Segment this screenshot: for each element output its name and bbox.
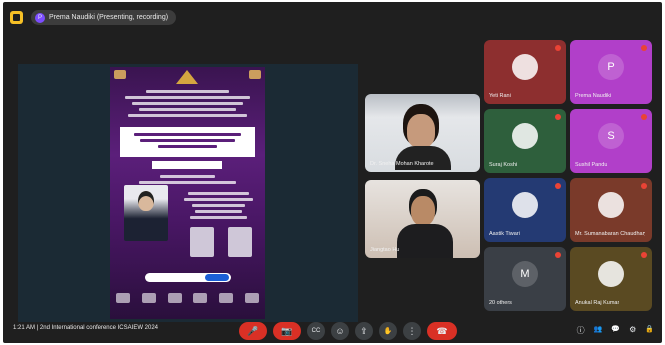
muted-mic-icon	[641, 252, 647, 258]
participant-tile[interactable]: M 20 others	[484, 247, 566, 311]
participant-tile[interactable]: Mr. Sumanabaran Chaudhary	[570, 178, 652, 242]
meeting-title: 2nd International conference ICSAIEW 202…	[39, 325, 158, 331]
muted-mic-icon	[555, 183, 561, 189]
emoji-icon: ☺	[335, 326, 345, 336]
captions-icon: CC	[311, 328, 321, 334]
participant-name: Anukal Raj Kumar	[575, 300, 620, 306]
participant-avatar	[512, 191, 538, 218]
participant-tile[interactable]: Yeti Rani	[484, 40, 566, 104]
meeting-info: 1:21 AM | 2nd International conference I…	[13, 325, 158, 331]
people-icon[interactable]: 👥	[594, 325, 603, 336]
participant-tile[interactable]: Suraj Koshi	[484, 109, 566, 173]
participant-avatar	[512, 122, 538, 149]
more-vert-icon: ⋮	[407, 325, 417, 336]
presenting-label: Prema Naudiki (Presenting, recording)	[49, 14, 169, 21]
muted-mic-icon	[641, 114, 647, 120]
phone-hangup-icon: ☎	[436, 325, 448, 336]
info-icon[interactable]: ⓘ	[577, 325, 585, 336]
participant-name: Sushil Pandu	[575, 162, 608, 168]
participant-avatar	[598, 260, 624, 287]
muted-mic-icon	[641, 183, 647, 189]
camera-off-icon: 📷	[281, 325, 293, 336]
presentation-screen	[18, 64, 358, 322]
camera-button[interactable]: 📷	[273, 322, 301, 340]
participant-tile[interactable]: P Prema Naudiki	[570, 40, 652, 104]
chat-icon[interactable]: 💬	[611, 325, 620, 336]
participant-name: Prema Naudiki	[575, 93, 612, 99]
more-options-button[interactable]: ⋮	[403, 322, 421, 340]
muted-mic-icon	[555, 114, 561, 120]
participant-name: Aastik Tiwari	[489, 231, 520, 237]
clock-time: 1:21 AM	[13, 325, 36, 331]
participant-avatar: M	[512, 260, 538, 287]
speaker-tile-2[interactable]: Jiangtao Hu	[365, 180, 480, 258]
muted-mic-icon	[555, 45, 561, 51]
muted-mic-icon	[555, 252, 561, 258]
host-controls-icon[interactable]: 🔒	[645, 325, 654, 336]
participant-name: 20 others	[489, 300, 512, 306]
leave-call-button[interactable]: ☎	[427, 322, 457, 340]
emoji-button[interactable]: ☺	[331, 322, 349, 340]
participant-avatar	[512, 53, 538, 80]
mic-button[interactable]: 🎤	[239, 322, 267, 340]
muted-mic-icon	[641, 45, 647, 51]
speaker-tile-1[interactable]: Dr. Sneha Mohan Kharote	[365, 94, 480, 172]
mic-off-icon: 🎤	[247, 325, 259, 336]
present-screen-icon: ⇪	[360, 325, 368, 336]
participant-tile[interactable]: Aastik Tiwari	[484, 178, 566, 242]
meet-logo-icon	[10, 11, 23, 24]
hand-icon: ✋	[383, 328, 393, 335]
participant-avatar: P	[598, 53, 624, 80]
presenting-indicator[interactable]: P Prema Naudiki (Presenting, recording)	[31, 10, 177, 25]
captions-button[interactable]: CC	[307, 322, 325, 340]
raise-hand-button[interactable]: ✋	[379, 322, 397, 340]
participant-avatar: S	[598, 122, 624, 149]
meeting-window: P Prema Naudiki (Presenting, recording)	[3, 2, 662, 343]
participant-name: Dr. Sneha Mohan Kharote	[370, 161, 434, 167]
webinar-poster-image	[110, 67, 265, 319]
call-controls: 🎤 📷 CC ☺ ⇪ ✋ ⋮ ☎	[239, 322, 457, 340]
participant-name: Suraj Koshi	[489, 162, 518, 168]
participant-name: Jiangtao Hu	[370, 247, 400, 253]
participant-avatar	[598, 191, 624, 218]
participant-name: Yeti Rani	[489, 93, 511, 99]
participant-tile[interactable]: Anukal Raj Kumar	[570, 247, 652, 311]
presenter-avatar: P	[35, 12, 45, 23]
bottom-bar: 1:21 AM | 2nd International conference I…	[3, 313, 662, 343]
participant-name: Mr. Sumanabaran Chaudhary	[575, 231, 645, 237]
present-button[interactable]: ⇪	[355, 322, 373, 340]
activities-icon[interactable]: ⚙	[629, 325, 636, 336]
participant-tile[interactable]: S Sushil Pandu	[570, 109, 652, 173]
top-bar: P Prema Naudiki (Presenting, recording)	[3, 2, 662, 32]
side-controls: ⓘ 👥 💬 ⚙ 🔒	[577, 325, 654, 336]
